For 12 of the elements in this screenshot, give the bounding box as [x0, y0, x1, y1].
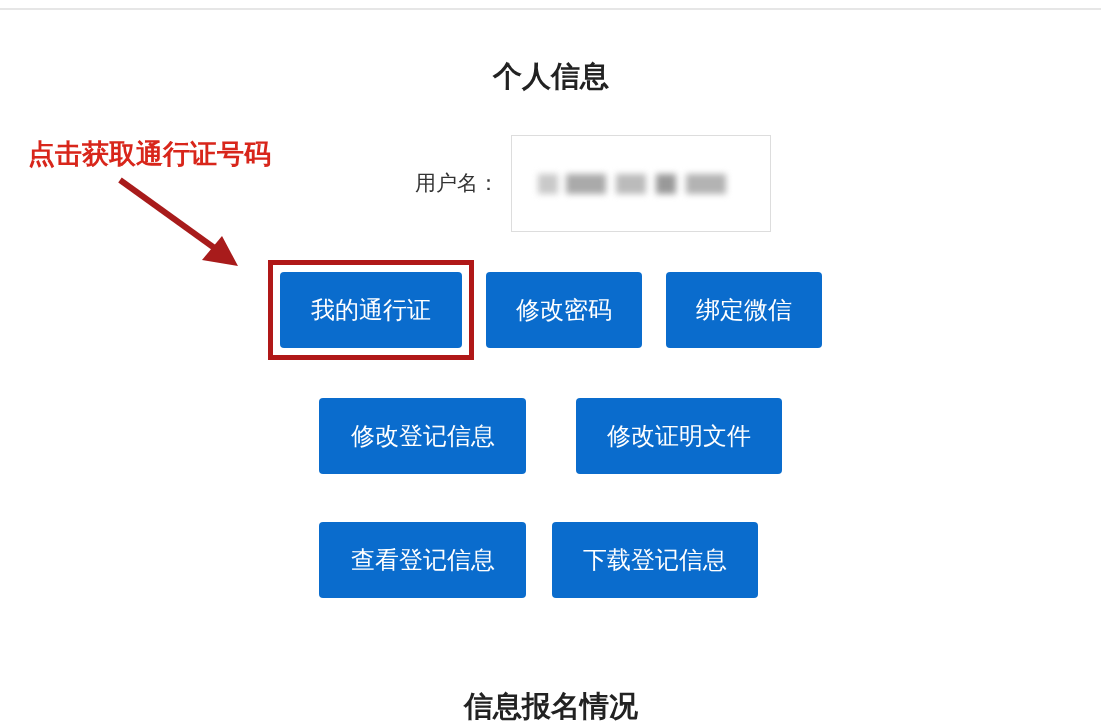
username-field[interactable] — [510, 135, 771, 232]
section-heading: 信息报名情况 — [463, 692, 638, 721]
page-title: 个人信息 — [492, 62, 609, 91]
action-button[interactable]: 修改登记信息 — [319, 398, 526, 474]
action-button[interactable]: 查看登记信息 — [319, 522, 526, 598]
action-button[interactable]: 我的通行证 — [279, 272, 462, 348]
username-label: 用户名： — [414, 169, 499, 197]
action-button[interactable]: 绑定微信 — [665, 272, 822, 348]
action-button[interactable]: 下载登记信息 — [552, 522, 758, 598]
annotation-text: 点击获取通行证号码 — [28, 137, 271, 171]
action-button[interactable]: 修改密码 — [485, 272, 642, 348]
action-button[interactable]: 修改证明文件 — [576, 398, 782, 474]
